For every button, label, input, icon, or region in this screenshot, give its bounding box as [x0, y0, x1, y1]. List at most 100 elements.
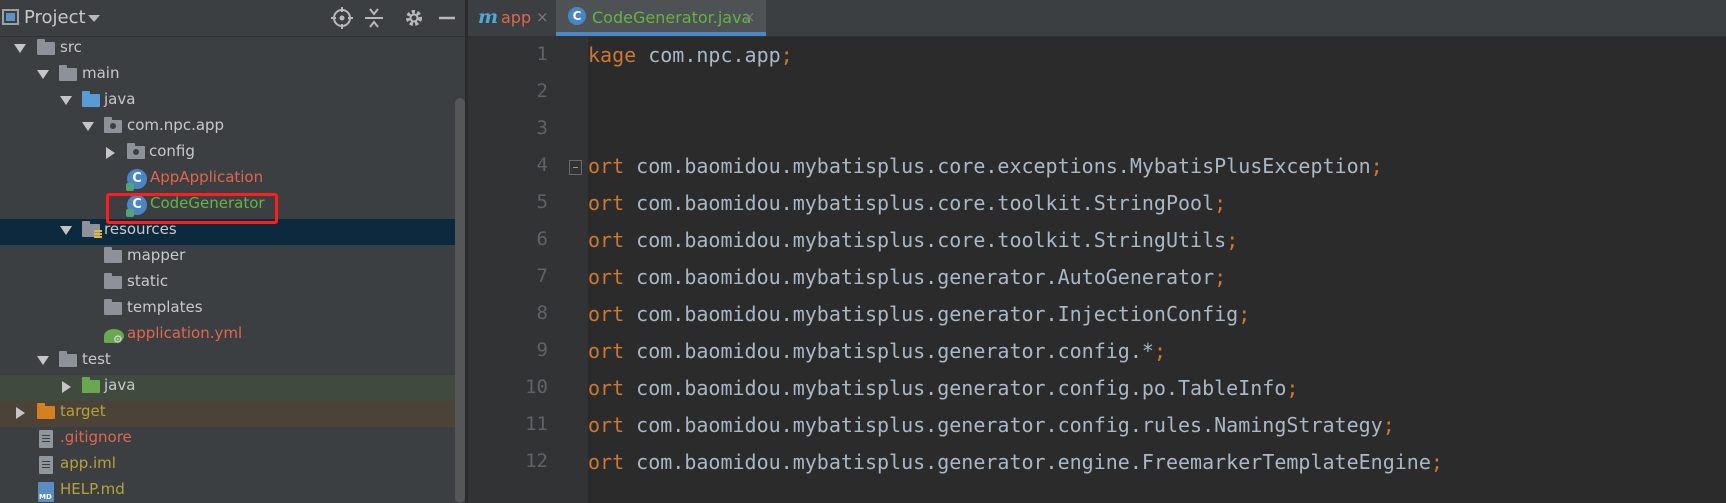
- tree-item-target[interactable]: target: [0, 400, 465, 426]
- locate-icon[interactable]: [330, 6, 354, 30]
- tree-item-application-yml[interactable]: application.yml: [0, 322, 465, 348]
- tree-item-label: HELP.md: [60, 480, 125, 498]
- expand-arrow-icon[interactable]: [82, 122, 94, 131]
- project-view-icon: [2, 9, 19, 25]
- source-folder-icon: [82, 91, 100, 107]
- tree-item-java[interactable]: java: [0, 88, 465, 114]
- tree-item-label: config: [149, 142, 195, 160]
- module-icon: m: [478, 6, 499, 28]
- tree-item-src[interactable]: src: [0, 36, 465, 62]
- expand-arrow-icon[interactable]: [14, 44, 26, 53]
- tree-item-label: test: [82, 350, 111, 368]
- line-number: 8: [536, 302, 548, 324]
- tab-label: CodeGenerator.java: [592, 8, 752, 27]
- file-icon: [39, 456, 53, 474]
- expand-arrow-icon[interactable]: [37, 70, 49, 79]
- ide-window: Project src main java com.npc.app config…: [0, 0, 1726, 503]
- code-text: kage com.npc.app;: [588, 43, 793, 67]
- collapse-arrow-icon[interactable]: [106, 147, 115, 159]
- tree-item-label: AppApplication: [150, 168, 264, 186]
- java-class-icon: C: [126, 169, 147, 191]
- code-line: 4 ort com.baomidou.mybatisplus.core.exce…: [468, 148, 1726, 185]
- fold-toggle-icon[interactable]: [569, 160, 582, 175]
- tree-item-package[interactable]: com.npc.app: [0, 114, 465, 140]
- package-icon: [104, 117, 122, 133]
- expand-arrow-icon[interactable]: [60, 226, 72, 235]
- tree-item-main[interactable]: main: [0, 62, 465, 88]
- tree-item-test-java[interactable]: java: [0, 374, 465, 400]
- code-text: ort com.baomidou.mybatisplus.generator.c…: [588, 339, 1166, 363]
- project-title[interactable]: Project: [24, 7, 86, 28]
- folder-icon: [59, 351, 77, 367]
- tree-item-templates[interactable]: templates: [0, 296, 465, 322]
- tree-item-label: main: [82, 64, 120, 82]
- line-number: 4: [536, 154, 548, 176]
- tree-item-appapplication[interactable]: C AppApplication: [0, 166, 465, 192]
- project-panel-header: Project: [0, 0, 468, 37]
- tree-item-label: java: [104, 90, 136, 108]
- tree-item-test[interactable]: test: [0, 348, 465, 374]
- code-text: ort com.baomidou.mybatisplus.generator.A…: [588, 265, 1227, 289]
- line-number: 1: [536, 43, 548, 65]
- tree-item-label: application.yml: [127, 324, 243, 342]
- tree-scrollbar[interactable]: [455, 98, 465, 503]
- expand-arrow-icon[interactable]: [60, 96, 72, 105]
- tree-item-label: app.iml: [60, 454, 116, 472]
- line-number: 5: [536, 191, 548, 213]
- collapse-arrow-icon[interactable]: [62, 381, 71, 393]
- code-line: 7 ort com.baomidou.mybatisplus.generator…: [468, 259, 1726, 296]
- folder-icon: [104, 247, 122, 263]
- tree-item-label: target: [60, 402, 106, 420]
- close-icon[interactable]: ×: [536, 8, 549, 26]
- tab-app[interactable]: m app ×: [468, 0, 554, 36]
- excluded-folder-icon: [37, 403, 55, 419]
- folder-icon: [104, 273, 122, 289]
- folder-icon: [59, 65, 77, 81]
- code-line: 1 kage com.npc.app;: [468, 37, 1726, 74]
- highlight-box: [106, 193, 278, 224]
- tab-label: app: [501, 8, 532, 27]
- expand-arrow-icon[interactable]: [37, 356, 49, 365]
- tree-item-label: .gitignore: [60, 428, 132, 446]
- collapse-all-icon[interactable]: [362, 6, 386, 30]
- tree-item-gitignore[interactable]: .gitignore: [0, 426, 465, 452]
- tree-item-app-iml[interactable]: app.iml: [0, 452, 465, 478]
- chevron-down-icon[interactable]: [88, 15, 100, 22]
- line-number: 3: [536, 117, 548, 139]
- resources-folder-icon: [82, 221, 102, 239]
- java-class-icon: C: [568, 7, 586, 25]
- line-number: 10: [525, 376, 548, 398]
- tree-item-mapper[interactable]: mapper: [0, 244, 465, 270]
- folder-icon: [37, 39, 55, 55]
- tree-item-label: com.npc.app: [127, 116, 225, 134]
- tree-item-static[interactable]: static: [0, 270, 465, 296]
- code-line: 9 ort com.baomidou.mybatisplus.generator…: [468, 333, 1726, 370]
- minimize-icon[interactable]: [436, 6, 460, 30]
- markdown-file-icon: [38, 482, 54, 502]
- collapse-arrow-icon[interactable]: [16, 407, 25, 419]
- code-line: 12 ort com.baomidou.mybatisplus.generato…: [468, 444, 1726, 481]
- code-line: 2: [468, 74, 1726, 111]
- code-line: 11 ort com.baomidou.mybatisplus.generato…: [468, 407, 1726, 444]
- yaml-config-icon: [104, 329, 124, 346]
- tree-item-help-md[interactable]: HELP.md: [0, 478, 465, 503]
- tree-item-config[interactable]: config: [0, 140, 465, 166]
- tree-item-label: mapper: [127, 246, 186, 264]
- tree-item-label: java: [104, 376, 136, 394]
- gear-icon[interactable]: [402, 6, 426, 30]
- code-line: 3: [468, 111, 1726, 148]
- tree-item-label: src: [60, 38, 82, 56]
- line-number: 6: [536, 228, 548, 250]
- tab-codegenerator[interactable]: C CodeGenerator.java ×: [556, 0, 766, 36]
- line-number: 7: [536, 265, 548, 287]
- code-text: ort com.baomidou.mybatisplus.generator.c…: [588, 376, 1299, 400]
- code-text: ort com.baomidou.mybatisplus.generator.I…: [588, 302, 1251, 326]
- code-text: ort com.baomidou.mybatisplus.generator.c…: [588, 413, 1395, 437]
- code-line: 10 ort com.baomidou.mybatisplus.generato…: [468, 370, 1726, 407]
- folder-icon: [104, 299, 122, 315]
- close-icon[interactable]: ×: [743, 8, 756, 26]
- code-area[interactable]: 1 kage com.npc.app; 2 3 4 ort com.baomid…: [468, 37, 1726, 503]
- editor: m app × C CodeGenerator.java × 1 kage co…: [468, 0, 1726, 503]
- test-folder-icon: [82, 377, 100, 393]
- line-number: 11: [525, 413, 548, 435]
